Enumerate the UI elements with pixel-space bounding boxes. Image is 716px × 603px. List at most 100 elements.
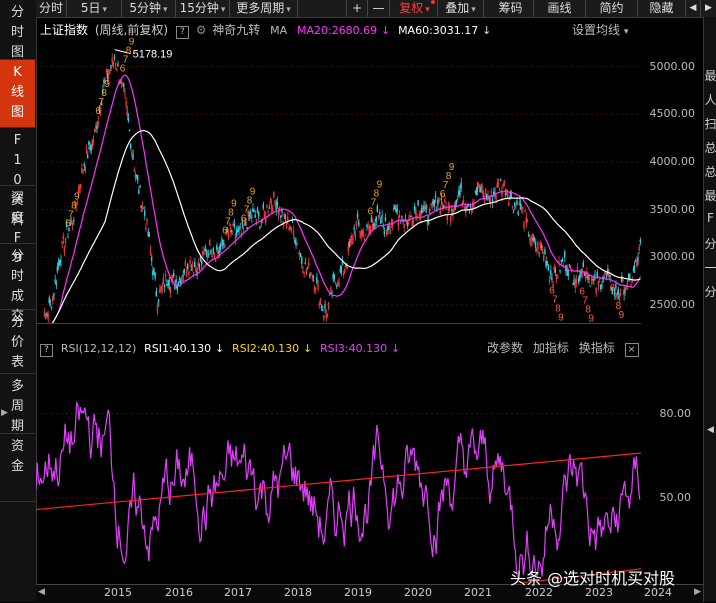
zoom-in-button[interactable]: + bbox=[346, 0, 368, 17]
candle-body bbox=[246, 227, 248, 230]
candle-body bbox=[394, 205, 396, 210]
swap-indicator-button[interactable]: 换指标 bbox=[579, 341, 615, 355]
candle-body bbox=[451, 209, 453, 212]
sidebar-tab-0[interactable]: 分时图 bbox=[0, 0, 35, 60]
candle-body bbox=[547, 266, 550, 271]
hide-button[interactable]: 隐藏 bbox=[638, 0, 686, 17]
sidebar-tab-char: 成 bbox=[10, 289, 24, 304]
candle-body bbox=[375, 216, 377, 221]
left-sidebar: 分时图 K 线图 F 1 0 资料深度 F 9 分时成交分价表多周期资金 ▶ bbox=[0, 0, 37, 602]
sidebar-tab-char: 度 bbox=[10, 211, 24, 226]
sidebar-tab-6[interactable]: 多周期 bbox=[0, 374, 35, 434]
candle-body bbox=[353, 227, 355, 230]
candle-body bbox=[284, 214, 287, 220]
time-axis-label: 2016 bbox=[165, 586, 193, 599]
candle-body bbox=[110, 64, 112, 69]
right-strip-label: 总 bbox=[704, 141, 716, 155]
draw-line-button[interactable]: 画线 bbox=[534, 0, 586, 17]
candle-body bbox=[262, 203, 264, 209]
sidebar-tab-char: 分 bbox=[10, 315, 24, 330]
scroll-left-icon[interactable]: ◀ bbox=[38, 587, 45, 597]
candle-body bbox=[627, 273, 630, 278]
candle-body bbox=[516, 200, 518, 206]
rsi-chart[interactable] bbox=[36, 357, 641, 583]
candle-body bbox=[299, 252, 302, 257]
overlay-button[interactable]: 叠加 ▾ bbox=[438, 0, 484, 17]
price-axis-label: 4000.00 bbox=[649, 154, 696, 168]
candle-body bbox=[432, 198, 434, 205]
candle-body bbox=[589, 285, 591, 287]
candle-body bbox=[550, 270, 552, 275]
change-params-button[interactable]: 改参数 bbox=[487, 341, 523, 355]
rsi-name: RSI(12,12,12) bbox=[60, 342, 137, 355]
rsi-axis-label: 80.00 bbox=[659, 406, 692, 420]
candle-body bbox=[404, 218, 406, 221]
simple-mode-button[interactable]: 简约 bbox=[586, 0, 638, 17]
tab-more-periods[interactable]: 更多周期 ▾ bbox=[230, 0, 298, 17]
gear-icon[interactable]: ⚙ bbox=[196, 23, 207, 37]
ma-label: MA bbox=[270, 24, 288, 37]
candle-body bbox=[433, 199, 436, 206]
expand-right-icon[interactable]: ◀ bbox=[704, 425, 716, 435]
index-title: 上证指数 bbox=[40, 23, 89, 37]
candle-body bbox=[423, 205, 425, 211]
max-price-label: 5178.19 bbox=[133, 49, 173, 61]
candle-body bbox=[280, 215, 282, 218]
candle-body bbox=[204, 246, 206, 252]
candle-body bbox=[193, 261, 196, 267]
tab-5day[interactable]: 5日 ▾ bbox=[67, 0, 122, 17]
sidebar-tab-2[interactable]: F10资料 bbox=[0, 128, 35, 228]
candle-body bbox=[128, 130, 131, 132]
candle-body bbox=[223, 243, 225, 245]
expand-left-icon[interactable]: ▶ bbox=[1, 408, 9, 422]
candle-body bbox=[138, 189, 140, 195]
scroll-right-icon[interactable]: ▶ bbox=[694, 587, 701, 597]
time-axis-label: 2017 bbox=[224, 586, 252, 599]
candle-body bbox=[370, 216, 373, 223]
tab-5min[interactable]: 5分钟 ▾ bbox=[122, 0, 176, 17]
candle-body bbox=[376, 205, 379, 212]
candle-body bbox=[480, 187, 482, 193]
candle-body bbox=[534, 242, 537, 248]
candle-body bbox=[154, 272, 156, 279]
overlay-label: 叠加 bbox=[445, 1, 470, 15]
sidebar-tab-4[interactable]: 分时成交 bbox=[0, 244, 35, 324]
candle-body bbox=[332, 273, 334, 280]
candle-body bbox=[106, 73, 109, 79]
sidebar-tab-7[interactable]: 资金 bbox=[0, 434, 35, 502]
sidebar-tab-3[interactable]: 深度F9 bbox=[0, 186, 35, 266]
tab-15min[interactable]: 15分钟 ▾ bbox=[176, 0, 230, 17]
candle-body bbox=[183, 268, 185, 273]
chips-button[interactable]: 筹码 bbox=[488, 0, 534, 17]
candle-body bbox=[380, 218, 382, 224]
candle-body bbox=[605, 276, 608, 278]
candle-body bbox=[200, 260, 203, 265]
candle-body bbox=[358, 221, 360, 226]
nav-left-button[interactable]: ◀ bbox=[686, 0, 701, 17]
candle-body bbox=[207, 253, 210, 256]
zoom-out-button[interactable]: — bbox=[368, 0, 390, 17]
candle-body bbox=[499, 179, 502, 181]
right-panel-strip[interactable]: 最人扫总总最 F 分一分 ◀ bbox=[703, 17, 716, 602]
kline-chart[interactable]: 5178.191991.0667896789678967896789678967… bbox=[36, 38, 641, 324]
chevron-down-icon: ▾ bbox=[425, 5, 430, 15]
close-icon[interactable]: × bbox=[624, 343, 639, 357]
restore-rights-button[interactable]: 复权 ▾ bbox=[392, 0, 438, 17]
candle-body bbox=[182, 275, 184, 277]
sidebar-tab-1[interactable]: K线图 bbox=[0, 60, 35, 128]
candle-body bbox=[49, 299, 52, 302]
add-indicator-button[interactable]: 加指标 bbox=[533, 341, 569, 355]
candle-body bbox=[560, 260, 562, 262]
nav-right-button[interactable]: ▶ bbox=[701, 0, 716, 17]
candle-body bbox=[568, 264, 570, 266]
candle-body bbox=[83, 163, 85, 167]
tab-intraday[interactable]: 分时 bbox=[36, 0, 67, 17]
candle-body bbox=[250, 216, 253, 219]
candle-body bbox=[637, 257, 639, 262]
sidebar-tab-5[interactable]: 分价表 bbox=[0, 310, 35, 374]
help-icon[interactable]: ? bbox=[40, 344, 53, 357]
candle-body bbox=[331, 291, 333, 294]
ma20-value: MA20:2680.69 bbox=[296, 24, 378, 37]
indicator-name[interactable]: 神奇九转 bbox=[212, 23, 260, 37]
sidebar-tab-char: 表 bbox=[10, 355, 24, 370]
